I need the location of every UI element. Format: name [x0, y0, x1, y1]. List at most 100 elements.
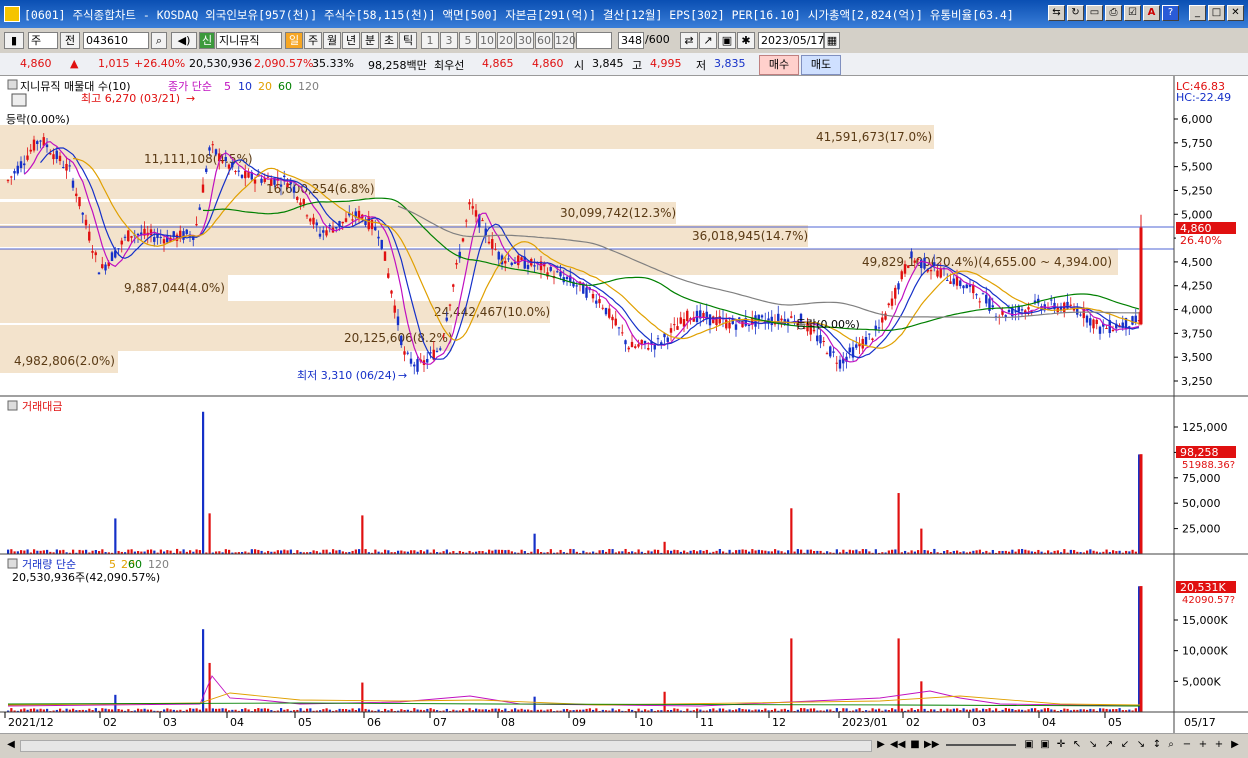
zoom-box-icon[interactable]: ▣ [1022, 737, 1036, 752]
price-tick-label: 6,000 [1181, 113, 1213, 126]
count-input[interactable]: 348 [618, 32, 644, 49]
amount-bar [182, 549, 185, 554]
speed-slider[interactable] [946, 744, 1016, 746]
volume-tick-label: 15,000K [1182, 614, 1228, 627]
candle-body [318, 233, 322, 237]
fast-forward-icon[interactable]: ▶▶ [924, 737, 939, 752]
period-minute[interactable]: 분 [361, 32, 379, 49]
volume-bar [361, 682, 364, 712]
amount-panel-menu-icon[interactable] [7, 400, 18, 411]
period-select[interactable]: 주 [28, 32, 58, 49]
amount-bar [296, 550, 299, 554]
crosshair-icon[interactable]: ✛ [1054, 737, 1068, 752]
candle-body [45, 144, 49, 148]
period-day[interactable]: 일 [285, 32, 303, 49]
print-icon[interactable]: ⎙ [1105, 5, 1122, 21]
calendar-icon[interactable]: ▦ [824, 32, 840, 49]
rewind-icon[interactable]: ◀◀ [890, 737, 905, 752]
volume-bar [878, 708, 881, 712]
amount-bar [130, 549, 133, 554]
interval-60[interactable]: 60 [535, 32, 553, 49]
candle-body [127, 230, 130, 242]
volume-panel-menu-icon[interactable] [7, 558, 18, 569]
volume-bar [59, 708, 62, 712]
candle-body [734, 324, 738, 330]
volume-bar [718, 708, 721, 712]
volume-bar [962, 708, 965, 712]
bottom-bar: ◀ ▶ ◀◀ ■ ▶▶ ▣ ▣ ✛ ↖ ↘ ↗ ↙ ↘ ↕ ⌕ − + + ▶ [0, 733, 1248, 758]
arrow-icon-6[interactable]: ↕ [1150, 737, 1164, 752]
arrow-icon-3[interactable]: ↗ [1102, 737, 1116, 752]
buy-button[interactable]: 매수 [759, 55, 799, 75]
scroll-left-icon[interactable]: ◀ [4, 737, 18, 752]
link-icon[interactable]: ⇆ [1048, 5, 1065, 21]
period-week[interactable]: 주 [304, 32, 322, 49]
candle-body [959, 280, 962, 287]
speaker-icon[interactable]: ◀) [171, 32, 197, 49]
amount-bar [10, 549, 13, 554]
help-icon[interactable]: ? [1162, 5, 1179, 21]
refresh-icon[interactable]: ↻ [1067, 5, 1084, 21]
interval-5[interactable]: 5 [459, 32, 477, 49]
candle-body [305, 215, 309, 217]
chart-area[interactable]: 41,591,673(17.0%) 11,111,108(4.5%) 16,600,… [0, 76, 1248, 733]
view-icon[interactable]: ▣ [1038, 737, 1052, 752]
period-year[interactable]: 년 [342, 32, 360, 49]
play-icon[interactable]: ▶ [874, 737, 888, 752]
plus-icon-2[interactable]: + [1212, 737, 1226, 752]
period-tick[interactable]: 틱 [399, 32, 417, 49]
horizontal-scrollbar[interactable] [20, 740, 872, 752]
minus-icon[interactable]: − [1180, 737, 1194, 752]
period-second[interactable]: 초 [380, 32, 398, 49]
candle-body [760, 315, 764, 318]
stop-icon[interactable]: ■ [908, 737, 922, 752]
interval-3[interactable]: 3 [440, 32, 458, 49]
plus-icon[interactable]: + [1196, 737, 1210, 752]
amount-bar [374, 549, 377, 554]
minimize-button[interactable]: _ [1189, 5, 1206, 21]
close-button[interactable]: ✕ [1227, 5, 1244, 21]
maximize-button[interactable]: □ [1208, 5, 1225, 21]
amount-bar [1131, 549, 1134, 554]
interval-1[interactable]: 1 [421, 32, 439, 49]
candle-body [861, 338, 864, 349]
candle-body [1098, 326, 1102, 334]
price-tick-label: 4,500 [1181, 256, 1213, 269]
grid-toggle-icon[interactable] [11, 93, 27, 107]
stock-code-input[interactable]: 043610 [83, 32, 149, 49]
interval-20[interactable]: 20 [497, 32, 515, 49]
search-icon[interactable]: ⌕ [151, 32, 167, 49]
arrow-icon-1[interactable]: ↖ [1070, 737, 1084, 752]
interval-custom[interactable] [576, 32, 612, 49]
period-month[interactable]: 월 [323, 32, 341, 49]
settings-icon[interactable]: ✱ [737, 32, 755, 49]
interval-10[interactable]: 10 [478, 32, 496, 49]
candle-body [903, 264, 907, 274]
prev-button[interactable]: 전 [60, 32, 80, 49]
arrow-icon-4[interactable]: ↙ [1118, 737, 1132, 752]
tool-icon[interactable]: ⇄ [680, 32, 698, 49]
date-input[interactable]: 2023/05/17 [758, 32, 824, 49]
save-icon[interactable]: ▣ [718, 32, 736, 49]
line-icon[interactable]: ↗ [699, 32, 717, 49]
candle-body [647, 347, 650, 350]
candle-body [16, 165, 19, 174]
font-icon[interactable]: A [1143, 5, 1160, 21]
interval-30[interactable]: 30 [516, 32, 534, 49]
window-icon[interactable]: ▭ [1086, 5, 1103, 21]
checkbox-icon[interactable]: ☑ [1124, 5, 1141, 21]
sell-button[interactable]: 매도 [801, 55, 841, 75]
arrow-icon-5[interactable]: ↘ [1134, 737, 1148, 752]
arrow-icon-2[interactable]: ↘ [1086, 737, 1100, 752]
scroll-right-icon[interactable]: ▶ [1228, 737, 1242, 752]
candle-body [894, 287, 897, 299]
zoom-out-icon[interactable]: ⌕ [1164, 737, 1178, 752]
stock-chart-svg[interactable]: 41,591,673(17.0%) 11,111,108(4.5%) 16,600,… [0, 76, 1248, 733]
amount-bar [358, 549, 361, 554]
candle-body [686, 310, 689, 322]
candle-body [939, 268, 942, 278]
panel-menu-icon[interactable] [7, 79, 18, 90]
interval-120[interactable]: 120 [554, 32, 576, 49]
candle-body [36, 141, 39, 145]
chart-type-icon[interactable]: ▮ [4, 32, 24, 49]
